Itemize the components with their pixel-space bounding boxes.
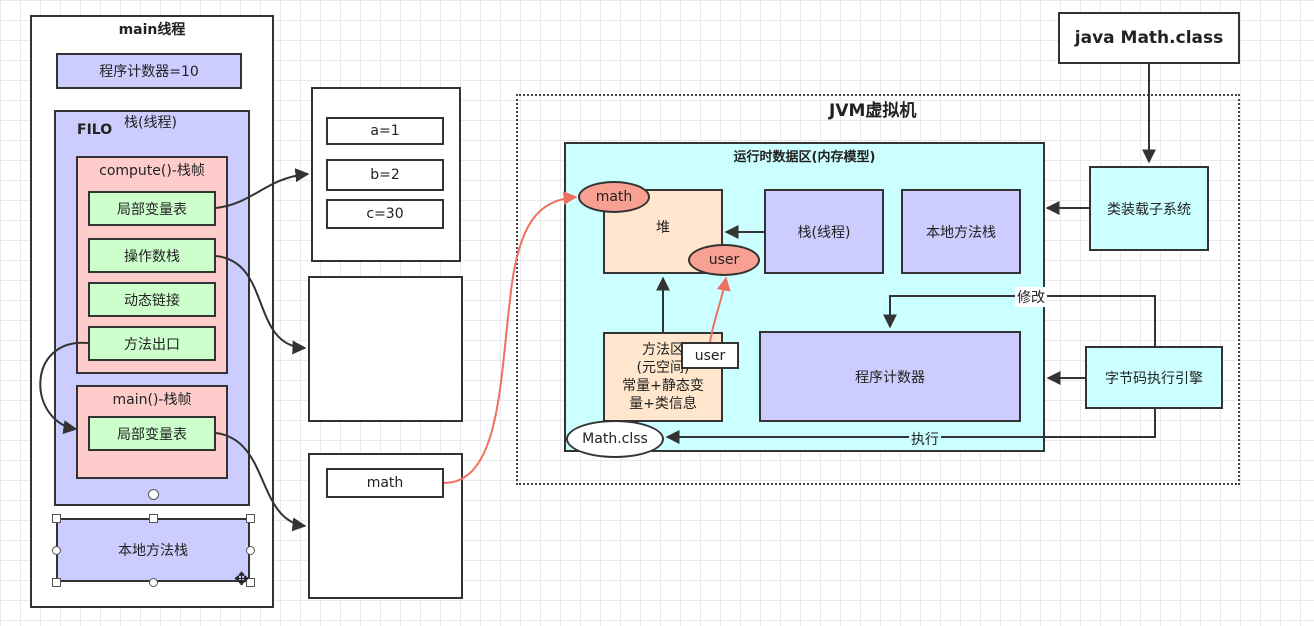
move-cursor-icon: ✥ <box>234 569 250 590</box>
bytecode-engine-box[interactable]: 字节码执行引擎 <box>1085 346 1223 409</box>
method-exit-label: 方法出口 <box>124 336 180 353</box>
math-class-label: Math.clss <box>582 431 648 447</box>
operand-stack-label: 操作数栈 <box>124 248 180 265</box>
stack-thread-title: 栈(线程) <box>124 115 177 131</box>
main-thread-title: main线程 <box>118 22 186 38</box>
var-a-label: a=1 <box>370 123 400 139</box>
runtime-data-area-title: 运行时数据区(内存模型) <box>733 150 876 165</box>
compute-local-vars[interactable]: 局部变量表 <box>88 191 216 226</box>
heap-user-label: user <box>708 252 740 268</box>
rotate-handle[interactable] <box>148 489 159 500</box>
main-local-vars-label: 局部变量表 <box>117 426 187 443</box>
resize-handle-s[interactable] <box>149 578 158 587</box>
class-loader-box[interactable]: 类装载子系统 <box>1089 166 1209 251</box>
resize-handle-n[interactable] <box>149 514 158 523</box>
resize-handle-nw[interactable] <box>52 514 61 523</box>
var-a-box[interactable]: a=1 <box>326 117 444 145</box>
dynamic-link[interactable]: 动态链接 <box>88 282 216 317</box>
resize-handle-ne[interactable] <box>246 514 255 523</box>
jvm-program-counter-label: 程序计数器 <box>855 369 925 386</box>
math-class-ellipse[interactable]: Math.clss <box>566 420 664 458</box>
jvm-stack-label: 栈(线程) <box>797 224 851 241</box>
main-local-vars[interactable]: 局部变量表 <box>88 416 216 451</box>
method-exit[interactable]: 方法出口 <box>88 326 216 361</box>
jvm-native-stack-label: 本地方法栈 <box>926 224 996 241</box>
jvm-stack-box[interactable]: 栈(线程) <box>764 189 884 274</box>
modify-label: 修改 <box>1015 287 1047 307</box>
method-area-user-box[interactable]: user <box>681 342 739 369</box>
native-method-stack-left-label: 本地方法栈 <box>118 543 188 559</box>
jvm-program-counter-box[interactable]: 程序计数器 <box>759 331 1021 422</box>
program-counter-box[interactable]: 程序计数器=10 <box>56 53 242 89</box>
java-command-box[interactable]: java Math.class <box>1058 12 1240 64</box>
jvm-title: JVM虚拟机 <box>829 101 917 121</box>
operand-stack[interactable]: 操作数栈 <box>88 238 216 273</box>
filo-label: FILO <box>77 122 113 138</box>
class-loader-label: 类装载子系统 <box>1107 201 1191 218</box>
compute-local-vars-label: 局部变量表 <box>117 201 187 218</box>
dynamic-link-label: 动态链接 <box>124 292 180 309</box>
compute-frame-title: compute()-栈帧 <box>99 163 205 179</box>
native-method-stack-left[interactable]: 本地方法栈 <box>56 518 250 582</box>
heap-label: 堆 <box>656 219 670 236</box>
resize-handle-w[interactable] <box>52 546 61 555</box>
resize-handle-e[interactable] <box>246 546 255 555</box>
heap-user-ellipse[interactable]: user <box>688 244 760 276</box>
resize-handle-sw[interactable] <box>52 578 61 587</box>
program-counter-label: 程序计数器=10 <box>99 64 199 80</box>
jvm-native-stack-box[interactable]: 本地方法栈 <box>901 189 1021 274</box>
heap-math-ellipse[interactable]: math <box>578 181 650 213</box>
main-frame-title: main()-栈帧 <box>112 392 192 408</box>
operand-stack-memory-box[interactable] <box>308 276 463 422</box>
heap-math-label: math <box>595 189 633 205</box>
var-c-label: c=30 <box>366 206 404 222</box>
execute-label: 执行 <box>909 429 941 449</box>
var-math-box[interactable]: math <box>326 468 444 498</box>
bytecode-engine-label: 字节码执行引擎 <box>1105 370 1203 387</box>
var-math-label: math <box>366 475 404 491</box>
java-command-label: java Math.class <box>1074 28 1224 48</box>
var-b-box[interactable]: b=2 <box>326 159 444 191</box>
var-c-box[interactable]: c=30 <box>326 199 444 229</box>
method-area-user-label: user <box>694 347 726 364</box>
var-b-label: b=2 <box>370 167 400 183</box>
